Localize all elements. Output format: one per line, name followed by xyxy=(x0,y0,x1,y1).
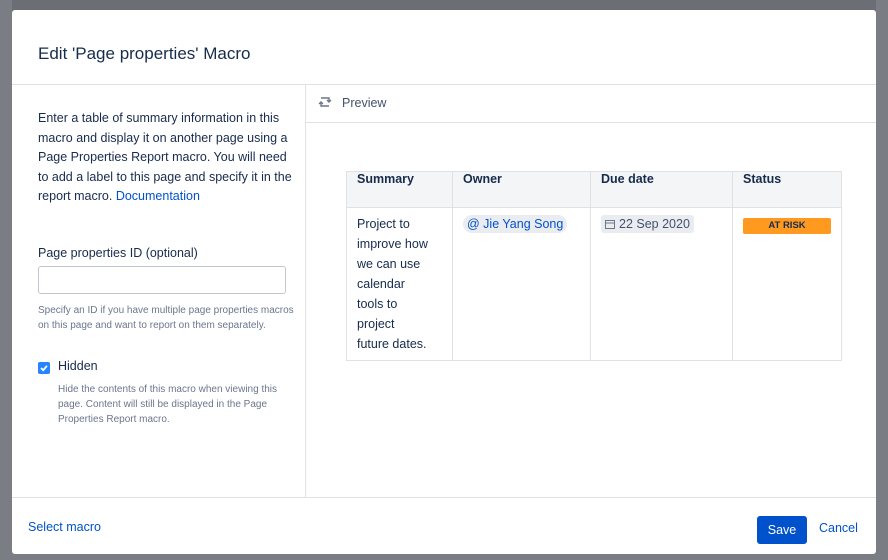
cell-status: AT RISK xyxy=(732,207,842,361)
refresh-icon[interactable] xyxy=(318,95,332,109)
header-due-date: Due date xyxy=(590,171,733,208)
dialog-header: Edit 'Page properties' Macro xyxy=(12,10,876,85)
cancel-button[interactable]: Cancel xyxy=(819,521,858,535)
summary-line: calendar xyxy=(357,277,405,291)
dialog-title: Edit 'Page properties' Macro xyxy=(38,44,251,63)
hidden-checkbox[interactable] xyxy=(38,362,50,374)
preview-label: Preview xyxy=(342,96,387,110)
cell-summary: Project to improve how we can use calend… xyxy=(346,207,453,361)
background-page-right xyxy=(876,0,888,560)
background-page-left xyxy=(0,0,12,560)
cell-due-date: 22 Sep 2020 xyxy=(590,207,733,361)
cell-owner: @ Jie Yang Song xyxy=(452,207,591,361)
page-properties-id-label: Page properties ID (optional) xyxy=(38,246,198,260)
hidden-checkbox-label[interactable]: Hidden xyxy=(58,359,98,373)
summary-line: we can use xyxy=(357,257,421,271)
table-header-row: Summary Owner Due date Status xyxy=(346,171,842,208)
macro-dialog: Edit 'Page properties' Macro Enter a tab… xyxy=(12,10,876,554)
save-button[interactable]: Save xyxy=(757,516,807,544)
preview-pane: Preview Summary Owner Due date Status Pr… xyxy=(306,85,876,497)
preview-bar: Preview xyxy=(306,85,876,123)
due-date-text: 22 Sep 2020 xyxy=(619,217,690,231)
page-properties-table: Summary Owner Due date Status Project to… xyxy=(346,171,842,361)
header-summary: Summary xyxy=(346,171,453,208)
status-badge: AT RISK xyxy=(743,218,831,234)
page-properties-id-input[interactable] xyxy=(38,266,286,294)
dialog-footer: Select macro Save Cancel xyxy=(12,497,876,554)
documentation-link[interactable]: Documentation xyxy=(116,189,200,203)
hidden-help: Hide the contents of this macro when vie… xyxy=(58,384,277,425)
header-status: Status xyxy=(732,171,842,208)
checkbox-check-icon xyxy=(40,365,48,372)
summary-line: tools to xyxy=(357,297,398,311)
macro-description: Enter a table of summary information in … xyxy=(38,109,292,207)
header-owner: Owner xyxy=(452,171,591,208)
summary-line: future dates. xyxy=(357,337,427,351)
due-date-lozenge[interactable]: 22 Sep 2020 xyxy=(601,215,694,233)
owner-mention[interactable]: @ Jie Yang Song xyxy=(463,215,568,233)
macro-settings-pane: Enter a table of summary information in … xyxy=(12,85,306,497)
summary-line: improve how xyxy=(357,237,428,251)
summary-line: Project to xyxy=(357,217,410,231)
table-row: Project to improve how we can use calend… xyxy=(346,207,842,361)
select-macro-link[interactable]: Select macro xyxy=(28,520,101,534)
calendar-icon xyxy=(605,220,615,229)
page-properties-id-help: Specify an ID if you have multiple page … xyxy=(38,305,294,331)
summary-line: project xyxy=(357,317,395,331)
